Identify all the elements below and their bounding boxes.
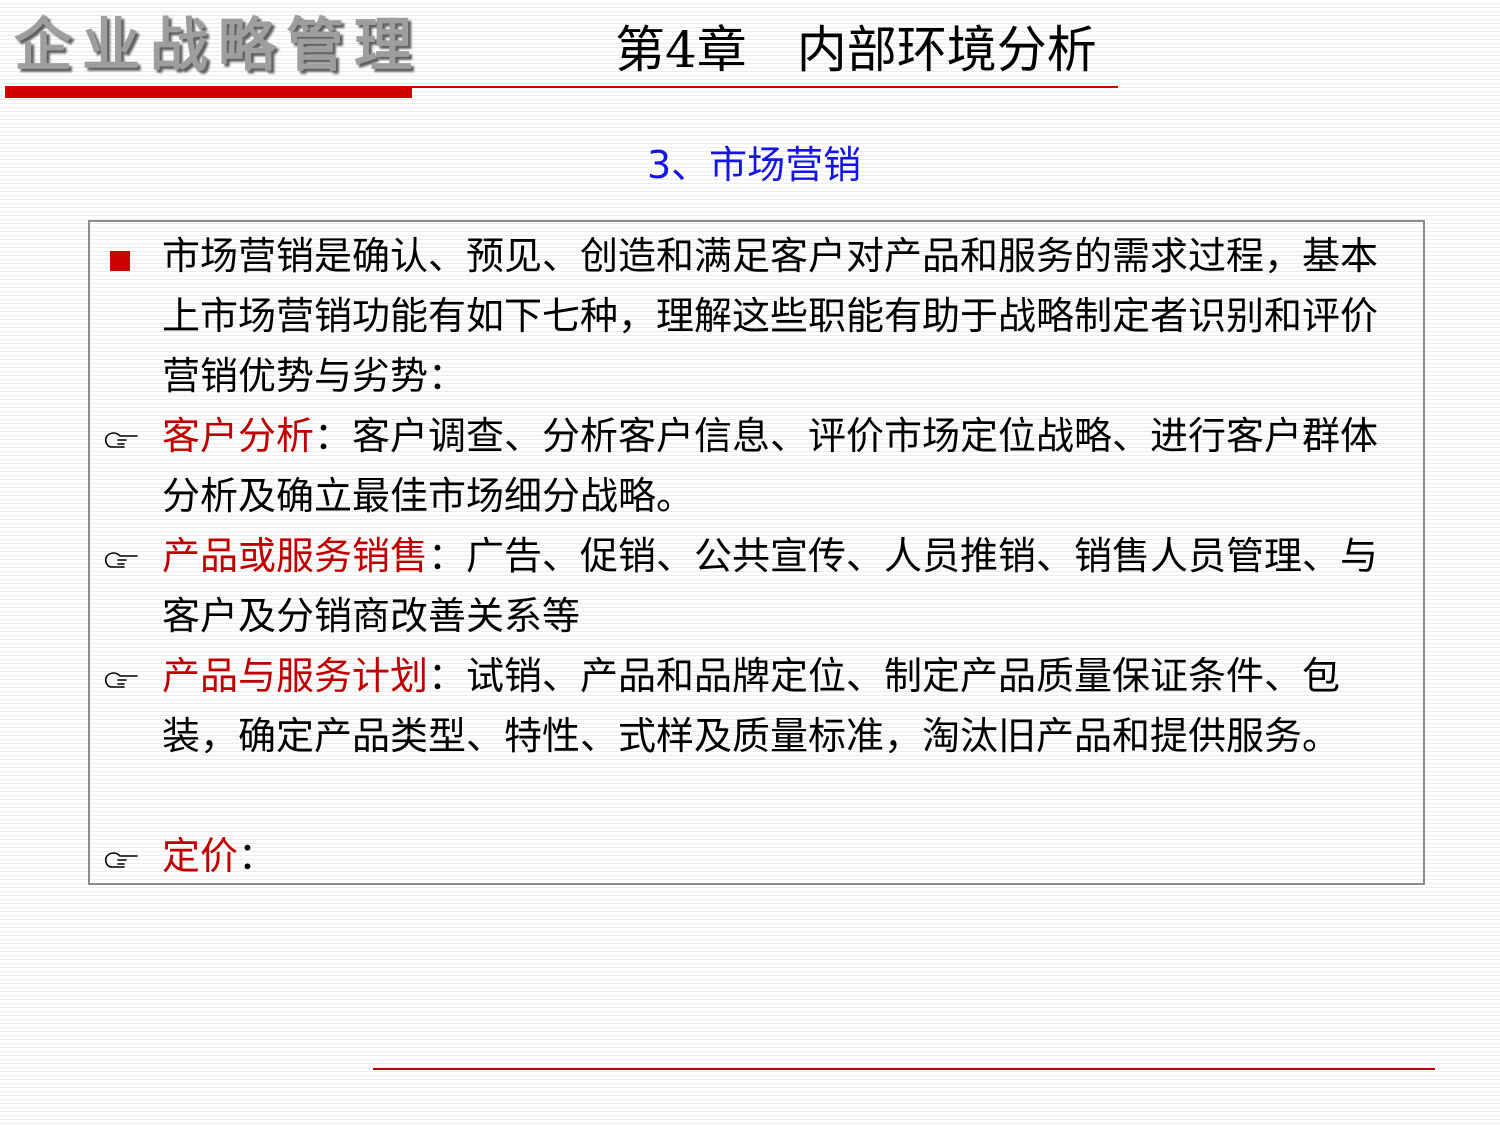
header-accent-bar [5,86,412,98]
list-item-text: 客户分析：客户调查、分析客户信息、评价市场定位战略、进行客户群体分析及确立最佳市… [162,406,1400,526]
item-term: 产品或服务销售 [162,534,429,578]
section-title: 3、市场营销 [647,143,862,187]
pointing-hand-icon [104,852,138,868]
intro-text: 市场营销是确认、预见、创造和满足客户对产品和服务的需求过程，基本上市场营销功能有… [162,234,1379,398]
item-separator: ： [314,414,353,458]
item-term: 产品与服务计划 [162,654,429,698]
brand-logo-text: 企业战略管理 [14,11,423,79]
chapter-title: 第4章 内部环境分析 [615,21,1097,79]
red-square-bullet-icon [110,251,130,271]
item-separator: ： [428,654,467,698]
pointing-hand-icon [104,672,138,688]
item-separator: ： [428,534,467,578]
list-item-text: 定价： [162,826,1400,886]
item-term: 客户分析 [162,414,315,458]
item-term: 定价 [162,834,239,878]
item-separator: ： [238,834,277,878]
pointing-hand-icon [104,552,138,568]
list-item-text: 产品与服务计划：试销、产品和品牌定位、制定产品质量保证条件、包装，确定产品类型、… [162,646,1400,766]
footer-divider-line [373,1068,1435,1070]
header-divider-line [410,86,1118,88]
list-item-text: 产品或服务销售：广告、促销、公共宣传、人员推销、销售人员管理、与客户及分销商改善… [162,526,1400,646]
pointing-hand-icon [104,432,138,448]
content-box: 市场营销是确认、预见、创造和满足客户对产品和服务的需求过程，基本上市场营销功能有… [88,220,1425,885]
